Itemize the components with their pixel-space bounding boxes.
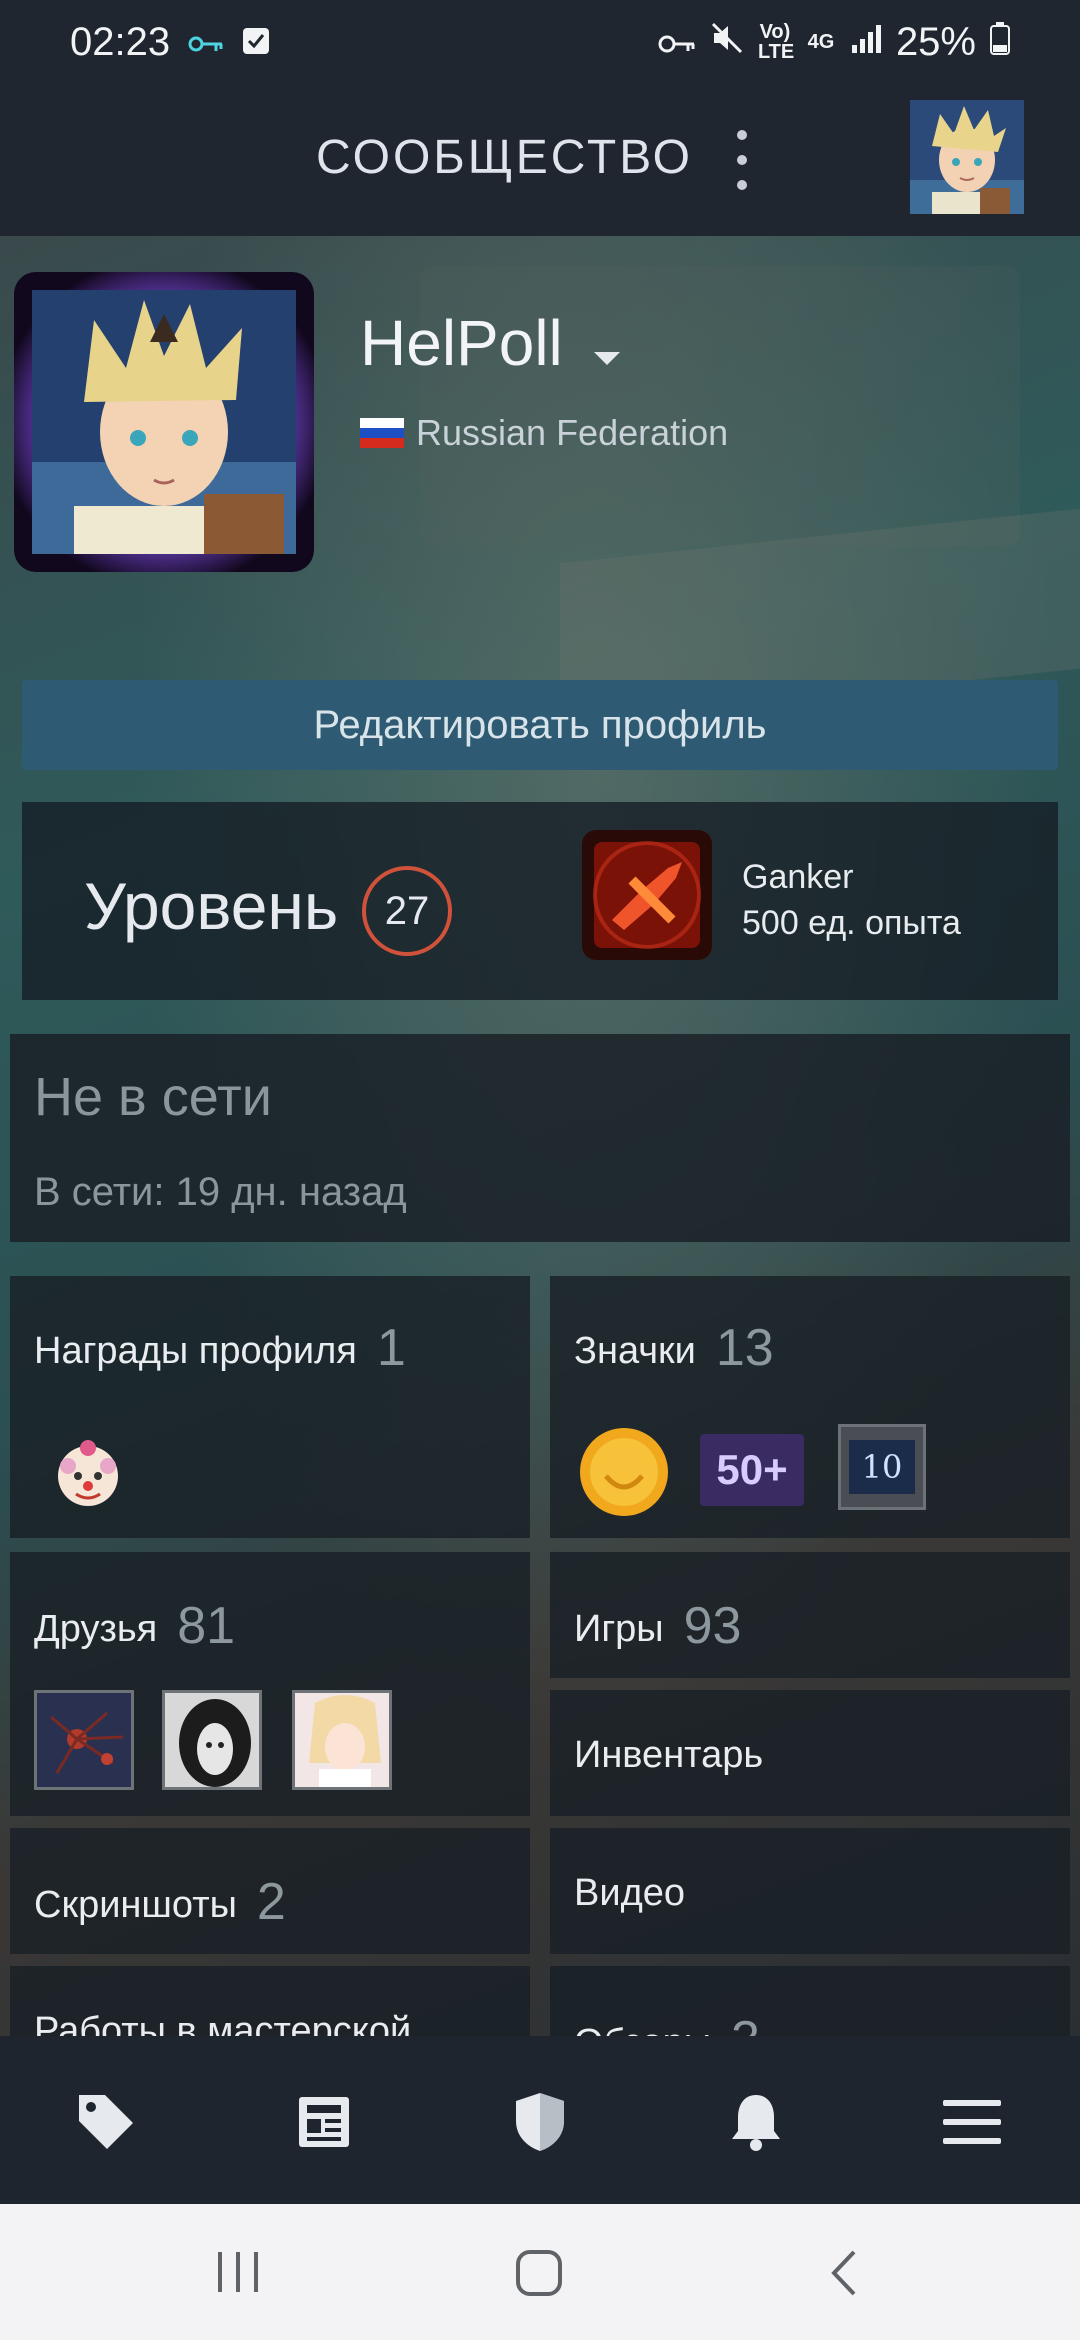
inventory-tile[interactable]: Инвентарь <box>550 1690 1070 1816</box>
home-icon[interactable] <box>514 2248 564 2303</box>
profile-avatar[interactable] <box>14 272 314 572</box>
status-bar: 02:23 Vo) LTE 4G 25% <box>0 0 1080 84</box>
badges-count: 13 <box>715 1319 774 1377</box>
profile-country: Russian Federation <box>416 412 729 453</box>
battery-percent: 25% <box>895 19 976 64</box>
russia-flag-icon <box>360 418 404 448</box>
badge-xp: 500 ед. опыта <box>742 904 961 942</box>
clock: 02:23 <box>70 19 171 64</box>
online-state: Не в сети <box>34 1067 272 1127</box>
ganker-badge-icon[interactable] <box>572 820 722 970</box>
friends-label: Друзья <box>34 1608 158 1650</box>
checkbox-notification-icon <box>242 20 270 65</box>
games-title: Игры 93 <box>574 1596 741 1656</box>
menu-icon[interactable] <box>940 2090 1004 2154</box>
badges-tile[interactable]: Значки 13 50+ 10 <box>550 1276 1070 1538</box>
back-icon[interactable] <box>826 2248 860 2303</box>
clown-award-icon <box>50 1436 126 1517</box>
network-type: 4G <box>807 31 835 53</box>
awards-label: Награды профиля <box>34 1330 357 1372</box>
profile-username[interactable]: HelPoll <box>360 306 563 380</box>
app-bar: СООБЩЕСТВО <box>0 84 1080 236</box>
store-tag-icon[interactable] <box>74 2090 138 2154</box>
reviews-count: 3 <box>731 2011 760 2036</box>
key-icon <box>188 20 224 65</box>
vpn-key-icon <box>658 20 696 65</box>
friend-avatar[interactable] <box>34 1690 134 1790</box>
gold-coin-badge-icon <box>576 1424 672 1525</box>
user-avatar[interactable] <box>910 100 1024 214</box>
level-label: Уровень <box>84 869 339 943</box>
inventory-label: Инвентарь <box>574 1734 764 1776</box>
friend-avatar[interactable] <box>292 1690 392 1790</box>
workshop-label: Работы в мастерской <box>34 2010 412 2036</box>
news-icon[interactable] <box>292 2090 356 2154</box>
screenshots-tile[interactable]: Скриншоты 2 <box>10 1828 530 1954</box>
videos-tile[interactable]: Видео <box>550 1828 1070 1954</box>
bottom-nav <box>0 2036 1080 2204</box>
years-badge-value: 10 <box>849 1440 915 1494</box>
friends-count: 81 <box>177 1597 236 1655</box>
games-count: 93 <box>683 1597 742 1655</box>
level-panel: Уровень 27 Ganker 500 ед. опыта <box>22 802 1058 1000</box>
50-plus-badge: 50+ <box>700 1434 804 1506</box>
badge-name: Ganker <box>742 858 854 896</box>
last-online: В сети: 19 дн. назад <box>34 1170 407 1214</box>
battery-icon <box>990 20 1010 65</box>
volte-indicator: Vo) LTE <box>757 21 795 63</box>
awards-count: 1 <box>376 1319 406 1377</box>
badges-title: Значки 13 <box>574 1318 774 1378</box>
online-status-panel: Не в сети В сети: 19 дн. назад <box>10 1034 1070 1242</box>
games-label: Игры <box>574 1608 664 1650</box>
years-badge: 10 <box>838 1424 926 1510</box>
mute-icon <box>710 20 744 65</box>
shield-icon[interactable] <box>508 2090 572 2154</box>
bell-icon[interactable] <box>724 2090 788 2154</box>
workshop-tile[interactable]: Работы в мастерской <box>10 1966 530 2036</box>
more-options-icon[interactable] <box>732 130 752 190</box>
page-title[interactable]: СООБЩЕСТВО <box>316 130 693 185</box>
games-tile[interactable]: Игры 93 <box>550 1552 1070 1678</box>
awards-tile[interactable]: Награды профиля 1 <box>10 1276 530 1538</box>
reviews-title: Обзоры 3 <box>574 2010 760 2036</box>
friends-title: Друзья 81 <box>34 1596 235 1656</box>
edit-profile-button[interactable]: Редактировать профиль <box>22 680 1058 770</box>
recent-apps-icon[interactable] <box>214 2248 262 2301</box>
chevron-down-icon[interactable] <box>594 352 620 365</box>
screenshots-title: Скриншоты 2 <box>34 1872 286 1932</box>
awards-title: Награды профиля 1 <box>34 1318 406 1378</box>
reviews-tile[interactable]: Обзоры 3 <box>550 1966 1070 2036</box>
reviews-label: Обзоры <box>574 2022 711 2036</box>
badges-label: Значки <box>574 1330 696 1372</box>
screenshots-label: Скриншоты <box>34 1884 237 1926</box>
level-value: 27 <box>362 866 452 956</box>
friend-avatar[interactable] <box>162 1690 262 1790</box>
videos-label: Видео <box>574 1872 686 1914</box>
signal-icon <box>850 20 882 65</box>
system-nav-bar <box>0 2204 1080 2340</box>
screenshots-count: 2 <box>256 1873 286 1931</box>
